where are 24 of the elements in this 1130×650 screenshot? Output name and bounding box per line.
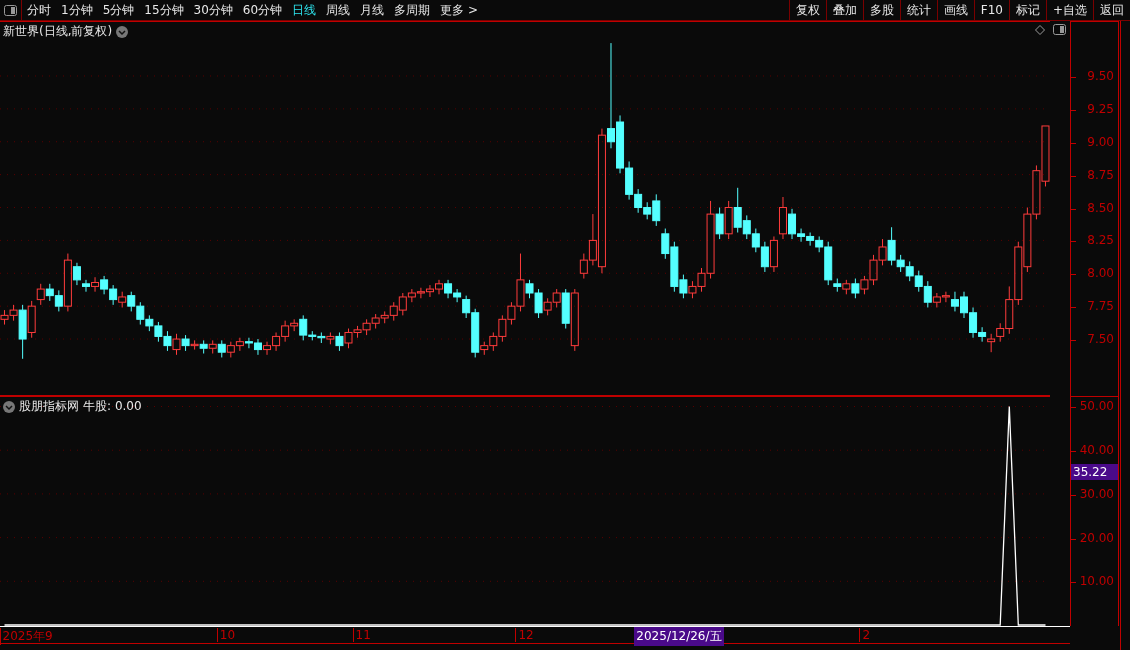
date-readout: 2025/12/26/五 [634,627,724,646]
indicator-name: 股朋指标网 [19,398,79,415]
axis-label: 8.25 [1087,232,1114,247]
indicator-reading: 牛股: 0.00 [83,398,142,415]
axis-label: 20.00 [1079,530,1114,545]
date-label: 2025年9 [0,628,53,645]
axis-label: 8.50 [1087,200,1114,214]
axis-label: 7.75 [1087,298,1114,313]
axis-label: 8.75 [1087,167,1114,182]
axis-label: 10.00 [1079,573,1114,588]
axis-label: 50.00 [1079,399,1114,413]
date-label: 12 [515,628,534,642]
axis-label: 9.00 [1087,134,1114,149]
date-label: 11 [352,628,371,642]
axis-label: 40.00 [1079,442,1114,457]
date-label: 2 [859,628,871,642]
chart-title: 新世界(日线,前复权) [3,23,113,40]
axis-label: 30.00 [1079,486,1114,501]
value-readout: 35.22 [1071,464,1118,481]
axis-label: 9.25 [1087,101,1114,116]
axis-label: 8.00 [1087,265,1114,280]
axis-label: 9.50 [1087,68,1114,83]
axis-label: 7.50 [1087,331,1114,346]
date-label: 10 [216,628,236,642]
